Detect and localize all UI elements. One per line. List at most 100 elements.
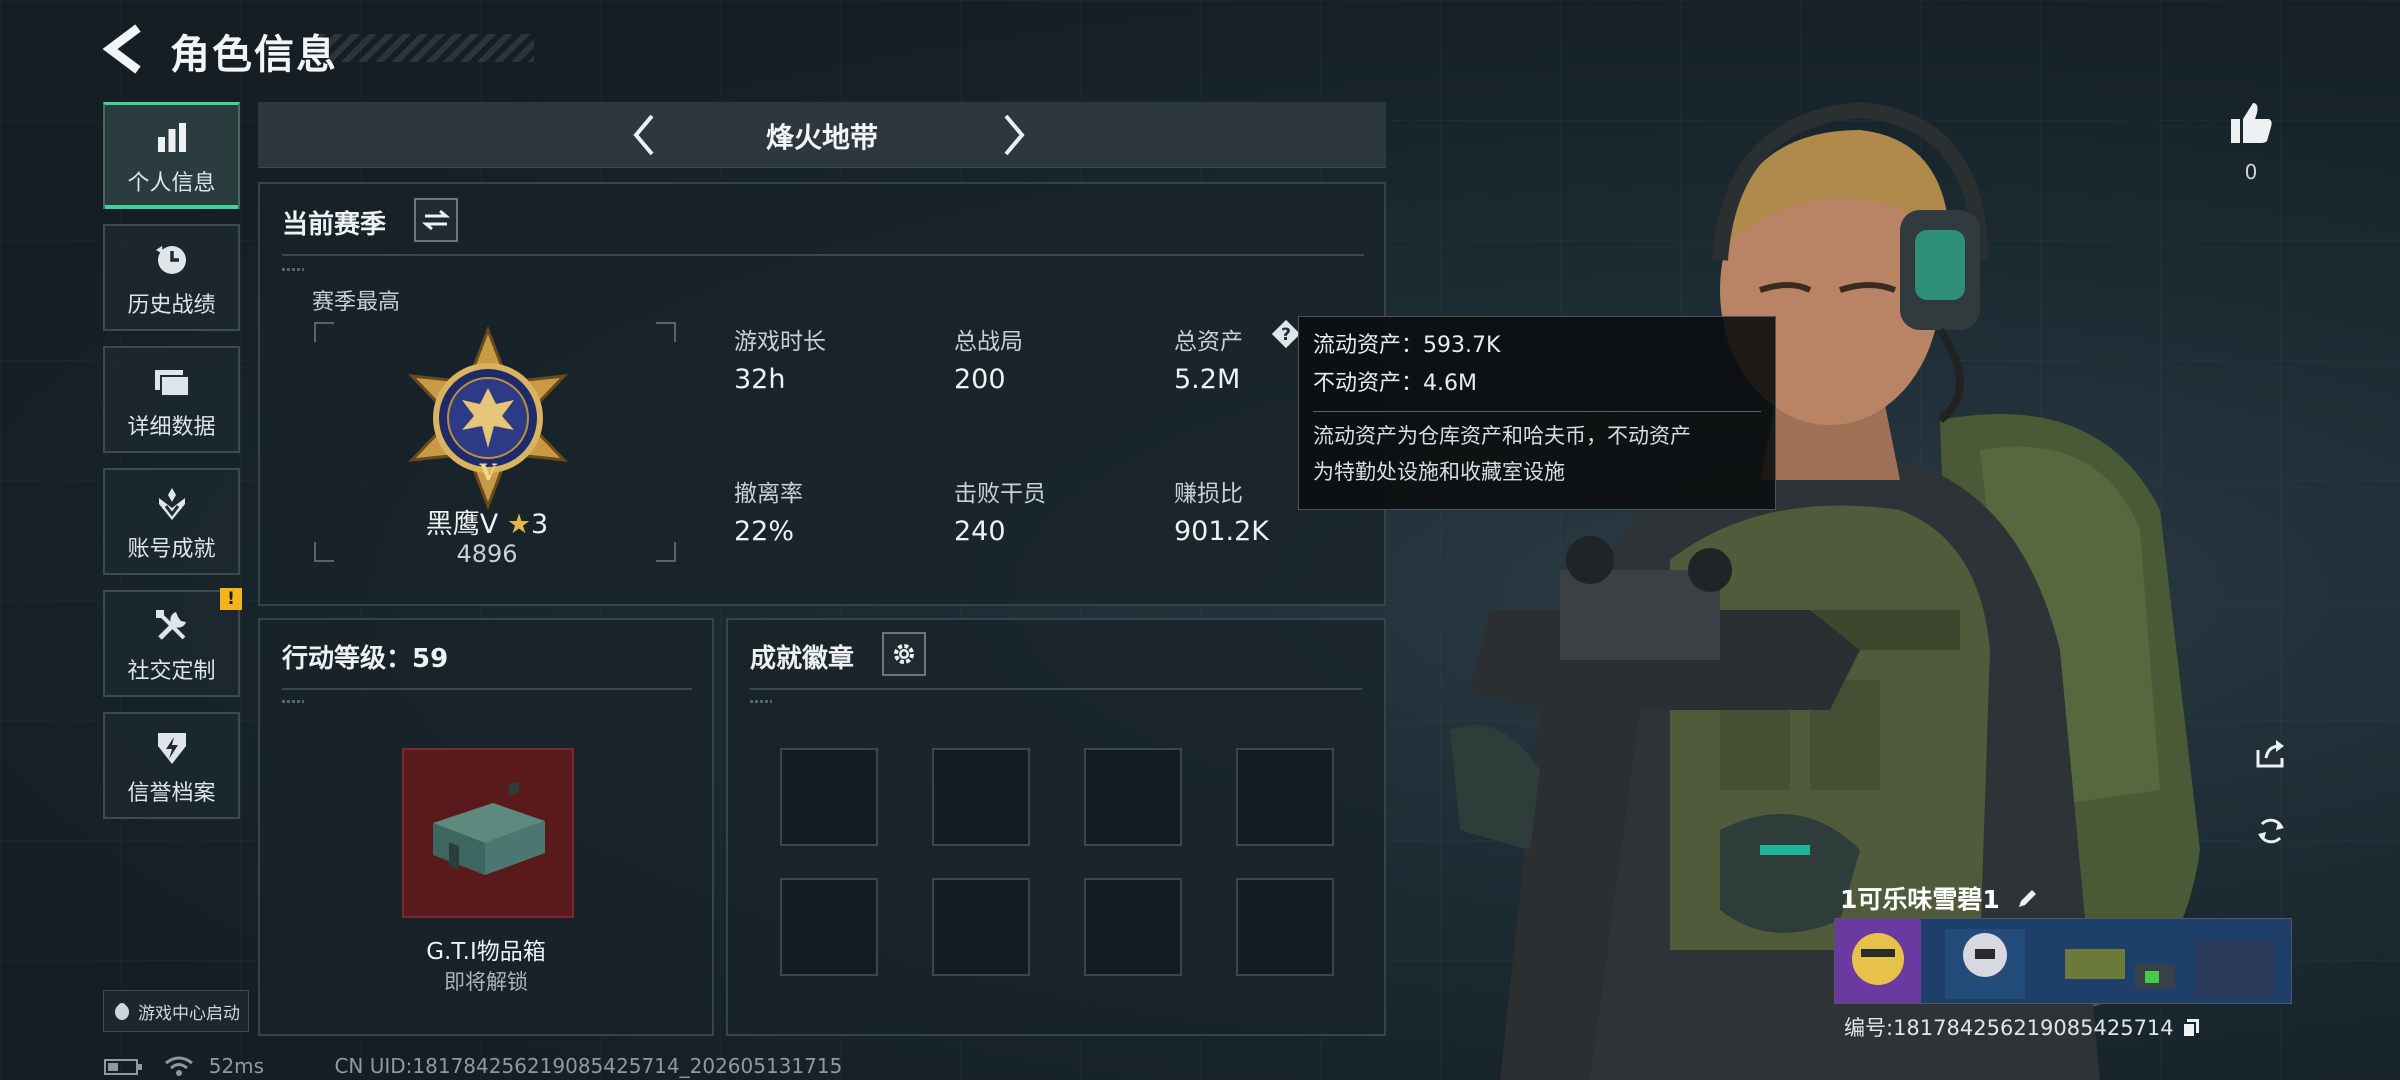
- badge-slot[interactable]: [1084, 878, 1182, 976]
- player-name-row: 1可乐味雪碧1: [1840, 880, 2039, 916]
- stat-value-playtime: 32h: [734, 364, 786, 395]
- tooltip-divider: [1313, 411, 1761, 412]
- reward-item-card[interactable]: [402, 748, 574, 918]
- tooltip-fixed-assets: 不动资产：4.6M: [1313, 371, 1477, 396]
- sidebar-item-label: 社交定制: [127, 658, 216, 684]
- sidebar-item-label: 个人信息: [127, 171, 216, 196]
- player-id-row: 编号:1817842562190854257​14: [1844, 1012, 2200, 1042]
- stat-label-kills: 击败干员: [954, 481, 1046, 507]
- tooltip-desc-line2: 为特勤处设施和收藏室设施: [1313, 460, 1565, 484]
- badge-slot[interactable]: [932, 748, 1030, 846]
- crate-icon: [433, 783, 545, 875]
- gear-icon: [894, 644, 914, 664]
- mode-name: 烽火地带: [765, 121, 878, 154]
- history-clock-icon: [149, 237, 195, 283]
- frame-corner: [314, 542, 334, 562]
- shield-lightning-icon: [149, 725, 195, 771]
- tooltip-desc-line1: 流动资产为仓库资产和哈夫币，不动资产: [1313, 424, 1691, 448]
- player-id: 编号:1817842562190854257​14: [1844, 1016, 2174, 1040]
- player-card: 1可乐味雪碧1 编号:1817842562190854257​14: [1832, 878, 2292, 1040]
- sidebar-item-label: 信誉档案: [127, 780, 216, 806]
- game-center-label: 游戏中心启动: [138, 1003, 240, 1024]
- wifi-icon: [165, 1056, 194, 1076]
- rank-name-row: 黑鹰Ⅴ ★3: [412, 502, 562, 541]
- stat-label-matches: 总战局: [954, 329, 1023, 355]
- folder-icon: [149, 359, 195, 405]
- tools-icon: [149, 603, 195, 649]
- stat-value-matches: 200: [954, 364, 1006, 395]
- badge-slot[interactable]: [780, 748, 878, 846]
- status-bar: 52ms CN UID:18178425621908542571​4_20260…: [104, 1054, 842, 1078]
- season-switch-button[interactable]: [414, 198, 458, 242]
- rank-name: 黑鹰Ⅴ: [425, 509, 499, 540]
- rotate-button[interactable]: [2244, 804, 2298, 858]
- svg-text:V: V: [478, 460, 497, 486]
- stat-label-assets: 总资产: [1174, 329, 1243, 355]
- like-count: 0: [2244, 160, 2258, 184]
- badges-title: 成就徽章: [750, 644, 855, 674]
- divider: [282, 688, 692, 690]
- back-arrow-icon: [102, 24, 141, 74]
- uid-text: CN UID:18178425621908542571​4_2026051317…: [334, 1054, 843, 1078]
- mode-selector: 烽火地带: [258, 102, 1386, 168]
- badge-slot[interactable]: [932, 878, 1030, 976]
- sidebar-item-personal-info[interactable]: 个人信息: [103, 102, 240, 209]
- action-level-panel: 行动等级：59 G.T.I物品箱 即将解锁: [258, 618, 714, 1036]
- sidebar-item-social-custom[interactable]: ! 社交定制: [103, 588, 242, 697]
- share-button[interactable]: [2244, 726, 2298, 780]
- sidebar-item-history[interactable]: 历史战绩: [103, 224, 240, 331]
- sidebar-item-achievements[interactable]: 账号成就: [103, 468, 240, 575]
- penguin-icon: [115, 1003, 129, 1020]
- rank-stars: 3: [531, 509, 549, 540]
- ping-value: 52ms: [208, 1054, 265, 1078]
- decoration-mark: [282, 700, 304, 703]
- rank-emblem: V: [396, 325, 580, 511]
- achievement-icon: [149, 481, 195, 527]
- swap-icon: [422, 209, 450, 231]
- alert-badge: !: [220, 588, 242, 610]
- star-icon: ★: [506, 509, 532, 540]
- reward-item-status: 即将解锁: [444, 970, 528, 994]
- badge-slot[interactable]: [1236, 878, 1334, 976]
- frame-corner: [314, 322, 334, 342]
- share-icon: [2256, 740, 2284, 768]
- like-button[interactable]: [2224, 96, 2278, 150]
- svg-text:?: ?: [1281, 325, 1291, 345]
- stat-label-extract-rate: 撤离率: [734, 481, 803, 507]
- refresh-icon: [2258, 818, 2284, 844]
- stat-value-assets: 5.2M: [1174, 364, 1241, 395]
- tooltip-liquid-assets: 流动资产：593.7K: [1313, 333, 1501, 358]
- season-best-label: 赛季最高: [312, 290, 401, 315]
- back-button[interactable]: [100, 22, 148, 76]
- battery-icon: [104, 1059, 142, 1075]
- sidebar-item-label: 详细数据: [127, 414, 216, 440]
- season-panel: 当前赛季 赛季最高 V 黑鹰Ⅴ ★3 4896 游戏时长 32h 总战局 200…: [258, 182, 1386, 606]
- mode-next-button[interactable]: [986, 108, 1040, 162]
- badge-slot[interactable]: [1084, 748, 1182, 846]
- player-banner[interactable]: [1834, 918, 2292, 1004]
- badges-settings-button[interactable]: [882, 632, 926, 676]
- bar-chart-icon: [149, 115, 195, 161]
- stat-label-playtime: 游戏时长: [734, 329, 826, 355]
- stat-label-profit-loss: 赚损比: [1174, 481, 1243, 507]
- sidebar-item-detailed-data[interactable]: 详细数据: [103, 346, 240, 453]
- thumbs-up-icon: [2231, 103, 2272, 143]
- action-level-title: 行动等级：59: [282, 644, 449, 674]
- rank-points: 4896: [456, 540, 518, 568]
- decoration-mark: [750, 700, 772, 703]
- sidebar-item-reputation[interactable]: 信誉档案: [103, 712, 240, 819]
- edit-pencil-icon[interactable]: [2015, 887, 2039, 911]
- asset-tooltip: 流动资产：593.7K 不动资产：4.6M 流动资产为仓库资产和哈夫币，不动资产…: [1298, 316, 1776, 510]
- game-center-button[interactable]: 游戏中心启动: [103, 990, 249, 1032]
- player-name: 1可乐味雪碧1: [1840, 885, 2000, 914]
- frame-corner: [656, 322, 676, 342]
- achievement-badges-panel: 成就徽章: [726, 618, 1386, 1036]
- badge-slot[interactable]: [1236, 748, 1334, 846]
- frame-corner: [656, 542, 676, 562]
- stat-value-extract-rate: 22%: [734, 516, 795, 547]
- copy-icon[interactable]: [2182, 1018, 2200, 1038]
- reward-item-name: G.T.I物品箱: [426, 939, 546, 965]
- page-title: 角色信息: [170, 32, 338, 78]
- badge-slot[interactable]: [780, 878, 878, 976]
- divider: [282, 254, 1364, 256]
